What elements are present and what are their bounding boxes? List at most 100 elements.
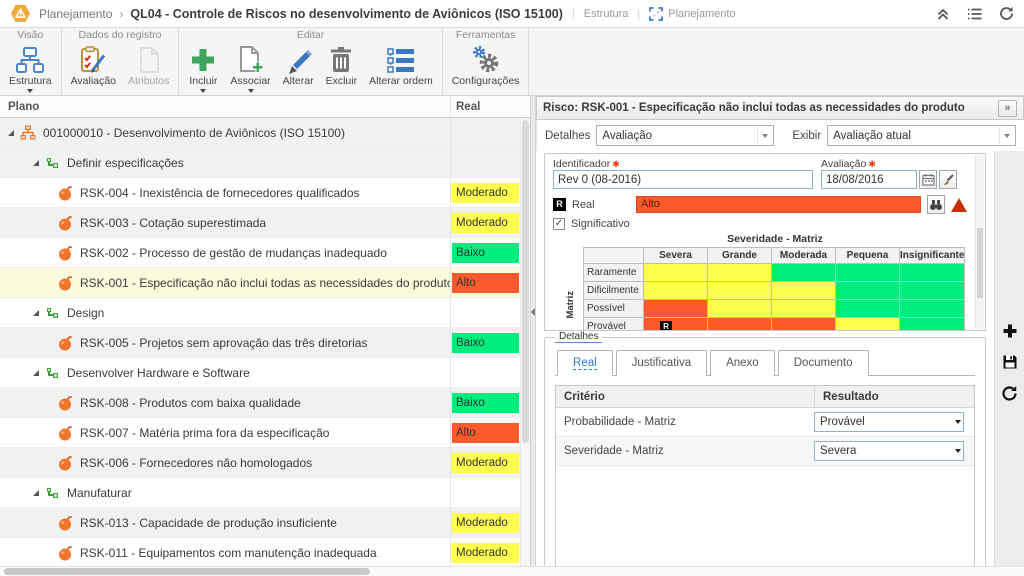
tree-row[interactable]: Definir especificações [0,148,520,178]
tree-row[interactable]: RSK-001 - Especificação não inclui todas… [0,268,520,298]
column-header-real[interactable]: Real [450,96,530,117]
tree-item-label: Desenvolver Hardware e Software [67,366,250,380]
tree-row[interactable]: RSK-004 - Inexistência de fornecedores q… [0,178,520,208]
refresh-icon[interactable] [1001,385,1018,402]
real-cell: Baixo [450,328,520,357]
binoculars-icon[interactable] [927,195,945,214]
estrutura-link[interactable]: Estrutura [584,8,629,20]
add-icon[interactable] [1002,323,1018,339]
calendar-icon[interactable] [919,170,937,189]
button-label: Incluir [189,75,217,87]
column-header-resultado: Resultado [814,386,974,407]
matrix-cell [836,282,900,300]
incluir-button[interactable]: Incluir [182,43,224,93]
real-cell: Alto [450,418,520,447]
excluir-button[interactable]: Excluir [320,43,364,87]
risk-panel-header: Risco: RSK-001 - Especificação não inclu… [536,96,1024,120]
tree-item: RSK-008 - Produtos com baixa qualidade [0,395,450,411]
box-vertical-scrollbar[interactable] [975,155,984,329]
risk-bomb-icon [58,395,73,411]
criteria-table: Critério Resultado Probabilidade - Matri… [555,385,975,566]
risk-bomb-icon [58,275,73,291]
required-icon: ✱ [868,159,876,169]
significativo-checkbox[interactable]: ✓ [553,218,565,230]
scrollbar-thumb[interactable] [522,120,529,443]
tab-justificativa[interactable]: Justificativa [616,350,707,376]
tree-row[interactable]: Manufaturar [0,478,520,508]
tree-row[interactable]: RSK-005 - Projetos sem aprovação das trê… [0,328,520,358]
atributos-button: Atributos [122,43,175,87]
matrix-cell [708,300,772,318]
real-cell: Baixo [450,388,520,417]
associate-document-icon [236,44,266,75]
evaluation-box: Identificador✱ Rev 0 (08-2016) Avaliação… [544,153,986,331]
tab-anexo[interactable]: Anexo [710,350,775,376]
real-cell: Moderado [450,208,520,237]
brush-icon[interactable] [939,170,957,189]
tree-row[interactable]: RSK-003 - Cotação superestimada Moderado [0,208,520,238]
detalhes-select-value: Avaliação [602,130,751,142]
warning-hexagon-logo-icon [10,3,31,24]
tree-row[interactable]: RSK-007 - Matéria prima fora da especifi… [0,418,520,448]
tree-row[interactable]: Design [0,298,520,328]
tree-item-label: RSK-002 - Processo de gestão de mudanças… [80,246,387,260]
criteria-result-cell: Severa [814,441,974,461]
horizontal-scrollbar[interactable] [0,566,1024,576]
matrix-cell [900,300,965,318]
breadcrumb[interactable]: Planejamento [39,7,112,21]
save-icon[interactable] [1002,354,1018,370]
criteria-table-header: Critério Resultado [556,386,974,408]
tree-row[interactable]: RSK-011 - Equipamentos com manutenção in… [0,538,520,566]
risk-level-badge: Alto [452,423,519,443]
exibir-select[interactable]: Avaliação atual [827,125,1016,146]
settings-gears-icon [471,44,501,75]
result-select[interactable]: Provável [814,412,964,432]
tab-documento[interactable]: Documento [778,350,869,376]
column-header-plano[interactable]: Plano [0,101,450,113]
expand-caret-icon[interactable] [33,160,39,166]
expand-arrows-icon [649,7,663,21]
associar-button[interactable]: Associar [224,43,276,93]
avaliacao-date-input[interactable]: 18/08/2016 [821,170,917,189]
matrix-col-header: Pequena [836,248,900,264]
identificador-input[interactable]: Rev 0 (08-2016) [553,170,813,189]
real-result-bar: Alto [636,196,921,213]
scrollbar-thumb[interactable] [977,228,983,298]
alterar-button[interactable]: Alterar [277,43,320,87]
tree-item-label: RSK-003 - Cotação superestimada [80,216,266,230]
matrix-side-label: Matriz [565,291,576,318]
scrollbar-thumb[interactable] [4,568,370,575]
tab-real[interactable]: Real [557,350,613,376]
panel-splitter[interactable] [531,96,536,566]
detalhes-select[interactable]: Avaliação [596,125,774,146]
avaliacao-button[interactable]: Avaliação [65,43,122,87]
list-view-icon[interactable] [967,7,982,21]
tree-row[interactable]: Desenvolver Hardware e Software [0,358,520,388]
tree-row[interactable]: RSK-002 - Processo de gestão de mudanças… [0,238,520,268]
ribbon-group-label: Editar [182,28,438,43]
tree-row[interactable]: RSK-013 - Capacidade de produção insufic… [0,508,520,538]
real-cell: Baixo [450,238,520,267]
expand-caret-icon[interactable] [33,310,39,316]
plan-tree-panel: Plano Real 001000010 - Desenvolvimento d… [0,96,531,566]
refresh-icon[interactable] [999,6,1014,21]
expand-caret-icon[interactable] [33,490,39,496]
real-label: Real [572,199,630,211]
collapse-all-icon[interactable] [936,7,950,21]
estrutura-button[interactable]: Estrutura [3,43,58,93]
panel-collapse-button[interactable]: » [998,100,1017,117]
tree-row[interactable]: RSK-008 - Produtos com baixa qualidadeBa… [0,388,520,418]
configuracoes-button[interactable]: Configurações [446,43,526,87]
tree-vertical-scrollbar[interactable] [520,118,530,566]
expand-caret-icon[interactable] [33,370,39,376]
tree-row[interactable]: 001000010 - Desenvolvimento de Aviônicos… [0,118,520,148]
tree-row[interactable]: RSK-006 - Fornecedores não homologadosMo… [0,448,520,478]
ribbon-group-dados: Dados do registro Avaliação Atributos [62,28,180,95]
matrix-row-header: Possível [584,300,644,318]
alterar-ordem-button[interactable]: Alterar ordem [363,43,439,87]
planejamento-link[interactable]: Planejamento [668,8,735,20]
result-select[interactable]: Severa [814,441,964,461]
splitter-collapse-handle[interactable] [531,308,535,316]
real-cell: Moderado [450,448,520,477]
expand-caret-icon[interactable] [8,130,14,136]
